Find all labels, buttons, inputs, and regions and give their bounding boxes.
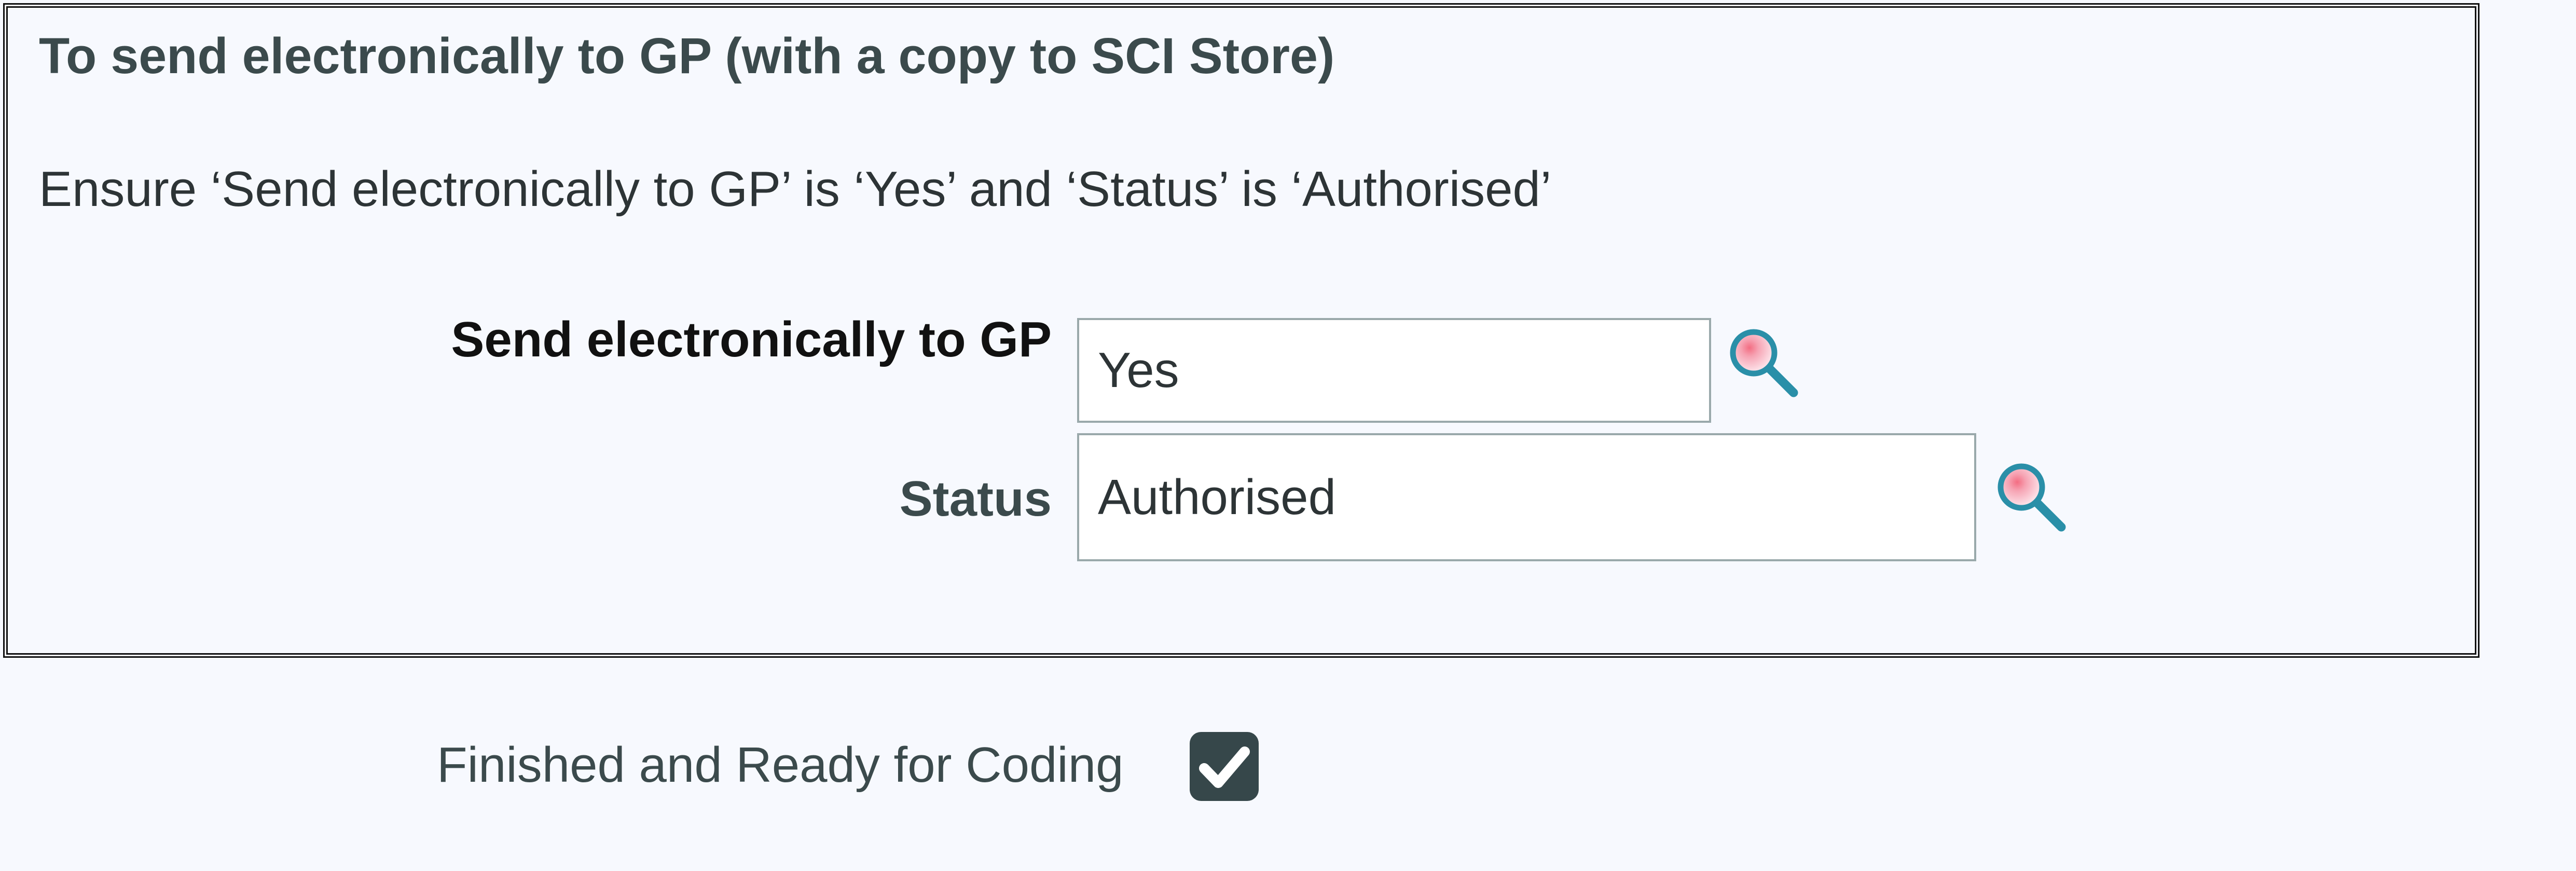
status-field[interactable]: Authorised [1077, 433, 1976, 561]
checkmark-icon [1199, 746, 1250, 788]
finished-ready-label: Finished and Ready for Coding [437, 737, 1124, 793]
send-electronically-label: Send electronically to GP [451, 312, 1052, 367]
send-electronically-lookup-icon[interactable] [1725, 324, 1803, 402]
panel-title: To send electronically to GP (with a cop… [39, 27, 1335, 84]
send-electronically-field[interactable]: Yes [1077, 318, 1711, 423]
status-label: Status [899, 471, 1052, 527]
instruction-text: Ensure ‘Send electronically to GP’ is ‘Y… [39, 161, 1552, 217]
gp-send-panel: To send electronically to GP (with a cop… [3, 3, 2479, 658]
status-lookup-icon[interactable] [1993, 459, 2071, 536]
finished-ready-checkbox[interactable] [1190, 732, 1259, 801]
